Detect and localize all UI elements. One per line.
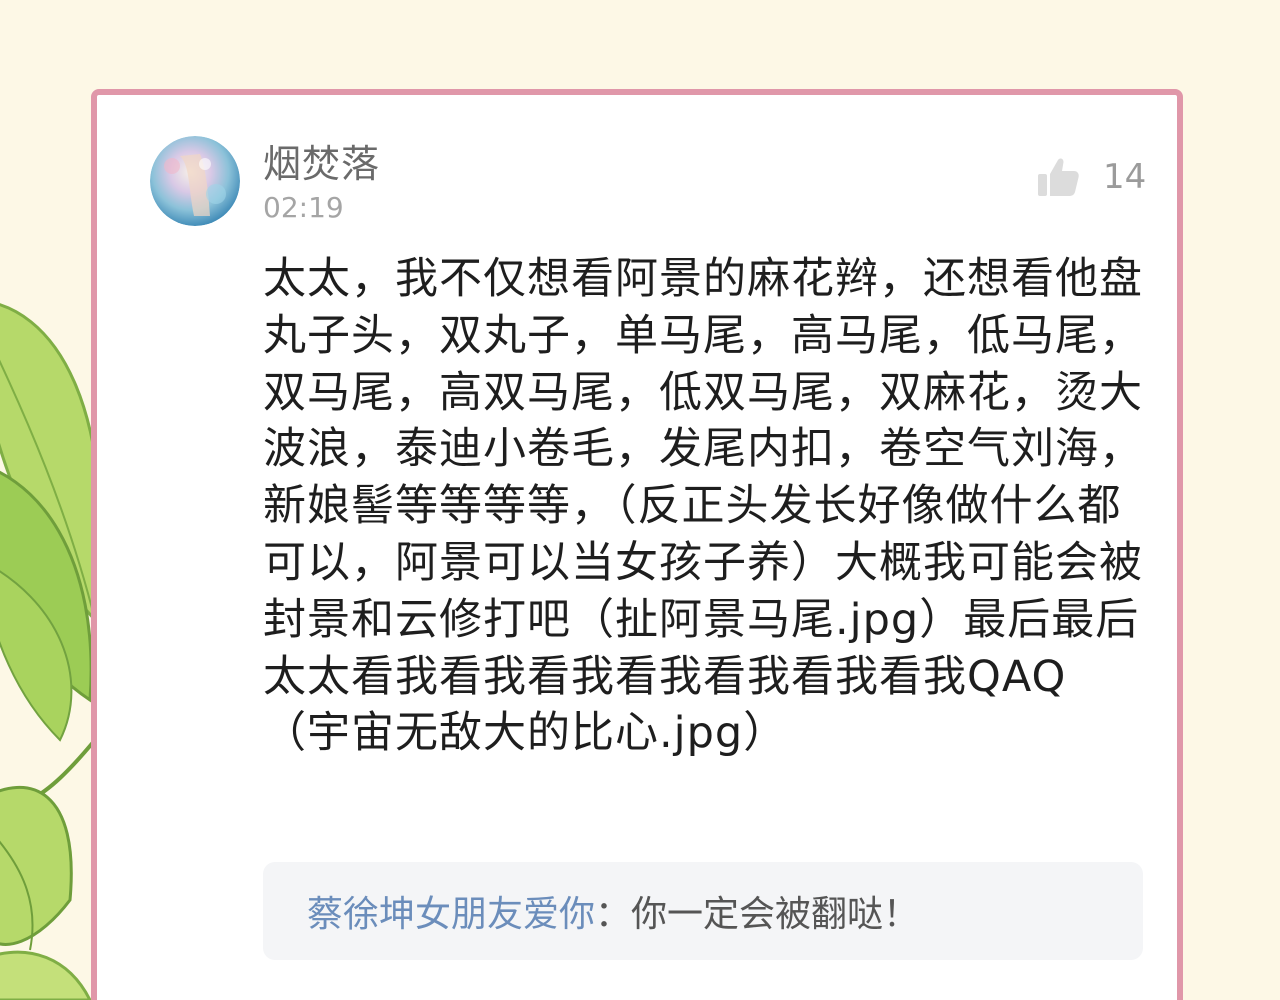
reply-box[interactable]: 蔡徐坤女朋友爱你 ： 你一定会被翻哒！ <box>263 862 1143 960</box>
comment-card: 烟焚落 02:19 14 太太，我不仅想看阿景的麻花辫，还想看他盘丸子头，双丸子… <box>91 89 1183 1000</box>
reply-text: 你一定会被翻哒！ <box>631 894 920 935</box>
comment-time: 02:19 <box>263 191 344 224</box>
reply-separator: ： <box>595 894 632 935</box>
thumbs-up-icon <box>1038 158 1079 196</box>
page: 烟焚落 02:19 14 太太，我不仅想看阿景的麻花辫，还想看他盘丸子头，双丸子… <box>0 0 1280 1000</box>
comment-author[interactable]: 烟焚落 <box>263 133 380 188</box>
avatar[interactable] <box>150 136 240 226</box>
avatar-image <box>150 136 240 226</box>
like-button[interactable]: 14 <box>1037 155 1146 199</box>
like-count: 14 <box>1103 157 1147 197</box>
reply-author[interactable]: 蔡徐坤女朋友爱你 <box>307 885 595 937</box>
comment-text: 太太，我不仅想看阿景的麻花辫，还想看他盘丸子头，双丸子，单马尾，高马尾，低马尾，… <box>263 254 1143 759</box>
